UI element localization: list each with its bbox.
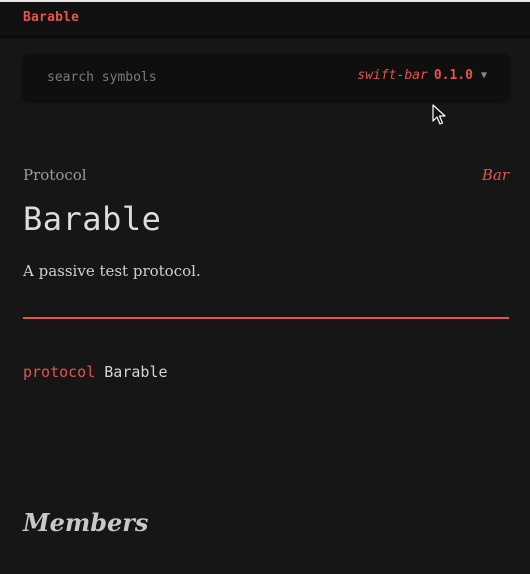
package-name: swift-bar xyxy=(357,68,428,83)
chevron-down-icon: ▼ xyxy=(480,70,487,81)
symbol-kind-label: Protocol xyxy=(23,166,87,184)
declaration-name: Barable xyxy=(104,363,168,381)
mouse-cursor-icon xyxy=(432,104,446,125)
declaration-code: protocol Barable xyxy=(23,363,168,381)
declaration-keyword: protocol xyxy=(23,363,96,381)
top-bar: Barable xyxy=(0,2,530,38)
page-title: Barable xyxy=(23,200,162,238)
package-version-selector[interactable]: swift-bar 0.1.0 ▼ xyxy=(357,68,487,83)
brand-link[interactable]: Barable xyxy=(23,10,79,25)
section-divider xyxy=(23,317,509,319)
members-section-title: Members xyxy=(23,508,149,537)
symbol-abstract: A passive test protocol. xyxy=(23,262,201,280)
search-input[interactable] xyxy=(23,54,323,100)
search-bar: swift-bar 0.1.0 ▼ xyxy=(23,54,509,100)
package-version: 0.1.0 xyxy=(433,68,473,83)
module-link[interactable]: Bar xyxy=(482,166,509,184)
